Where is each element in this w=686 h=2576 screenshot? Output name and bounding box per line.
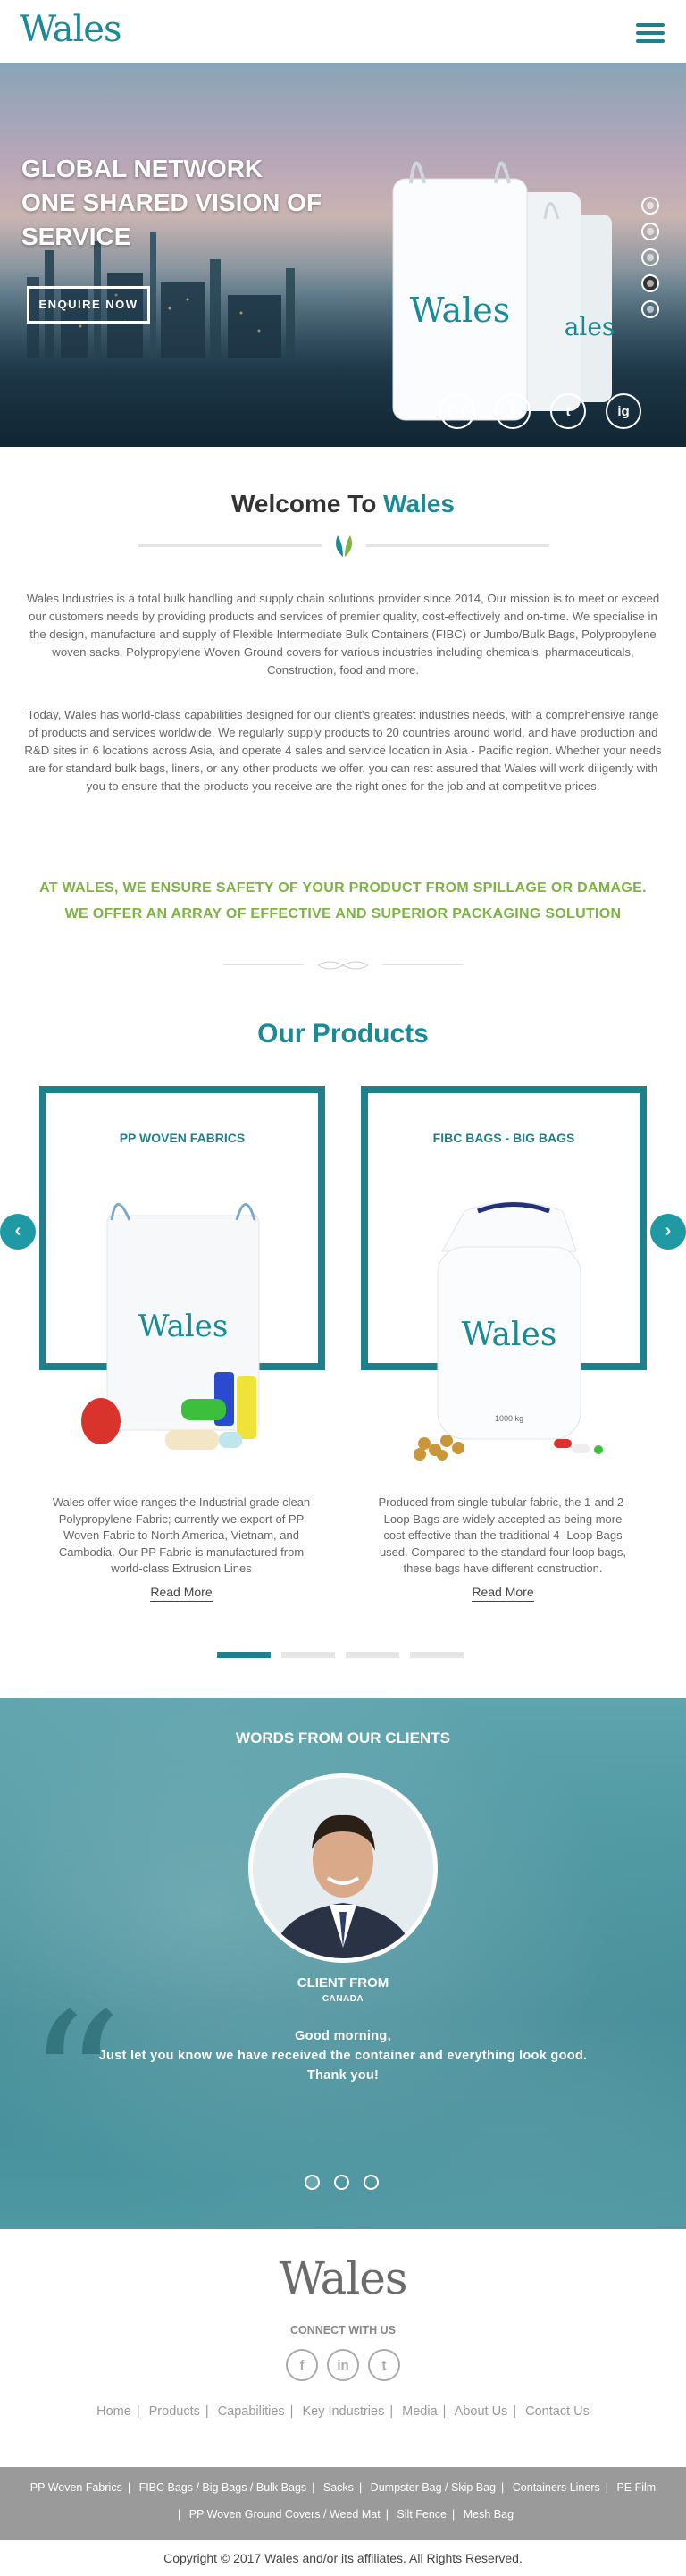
footer-product-link[interactable]: Mesh Bag <box>464 2508 514 2521</box>
leaf-icon <box>336 535 352 557</box>
testimonials-title: WORDS FROM OUR CLIENTS <box>236 1730 450 1747</box>
section-divider <box>138 532 549 559</box>
product-description: Produced from single tubular fabric, the… <box>378 1495 628 1575</box>
hero-title-line: GLOBAL NETWORK <box>21 155 264 182</box>
footer-product-link[interactable]: PE Film <box>616 2481 656 2494</box>
footer-product-link[interactable]: Silt Fence <box>397 2508 447 2521</box>
linkedin-icon[interactable]: in <box>327 2349 359 2381</box>
welcome-title: Welcome To Wales <box>231 490 455 518</box>
instagram-icon[interactable]: ig <box>606 393 641 429</box>
ornament-icon <box>317 961 369 970</box>
svg-text:Wales: Wales <box>410 290 511 330</box>
footer-social-links: f in t <box>286 2349 400 2381</box>
hero-title: GLOBAL NETWORK ONE SHARED VISION OF SERV… <box>21 152 343 254</box>
svg-text:Wales: Wales <box>138 1309 229 1344</box>
hero-slide-indicators <box>641 197 661 326</box>
welcome-paragraph: Today, Wales has world-class capabilitie… <box>24 708 662 793</box>
footer-nav-about[interactable]: About Us <box>455 2404 508 2419</box>
footer-nav-home[interactable]: Home <box>96 2404 131 2419</box>
site-header: Wales <box>0 0 686 63</box>
product-name: FIBC BAGS - BIG BAGS <box>432 1131 575 1145</box>
copyright-text: Copyright © 2017 Wales and/or its affili… <box>0 2540 686 2576</box>
testimonial-dot[interactable] <box>334 2175 349 2190</box>
site-logo[interactable]: Wales <box>20 9 121 50</box>
footer-logo[interactable]: Wales <box>0 2252 686 2304</box>
hero-title-line: SERVICE <box>21 223 131 250</box>
slide-indicator[interactable] <box>641 248 659 266</box>
facebook-icon[interactable]: f <box>286 2349 318 2381</box>
testimonial-dot-active[interactable] <box>305 2175 320 2190</box>
read-more-link[interactable]: Read More <box>92 1585 271 1602</box>
footer-product-link[interactable]: Containers Liners <box>513 2481 600 2494</box>
testimonial-dot[interactable] <box>364 2175 379 2190</box>
quote-icon: “ <box>27 1973 123 2192</box>
footer-nav-contact[interactable]: Contact Us <box>525 2404 590 2419</box>
slide-indicator[interactable] <box>641 197 659 215</box>
welcome-paragraph: Wales Industries is a total bulk handlin… <box>26 592 660 677</box>
facebook-icon[interactable]: f <box>495 393 531 429</box>
footer-nav: Home | Products | Capabilities | Key Indust… <box>96 2404 590 2419</box>
ornament-divider <box>223 956 463 974</box>
slide-indicator[interactable] <box>641 300 659 318</box>
testimonials-section: WORDS FROM OUR CLIENTS CLIENT FROM CANAD… <box>0 1698 686 2229</box>
footer-product-links: PP Woven Fabrics | FIBC Bags / Big Bags /… <box>0 2467 686 2540</box>
fibc-big-bag-image: Wales 1000 kg <box>414 1201 603 1461</box>
carousel-pager <box>217 1652 464 1658</box>
pp-woven-fabric-image: Wales <box>81 1203 260 1450</box>
footer-nav-media[interactable]: Media <box>402 2404 438 2419</box>
client-avatar <box>248 1773 438 1963</box>
footer-nav-key-industries[interactable]: Key Industries <box>302 2404 384 2419</box>
testimonial-text: Just let you know we have received the c… <box>98 2049 588 2063</box>
hero-title-line: ONE SHARED VISION OF <box>21 189 322 216</box>
svg-text:1000 kg: 1000 kg <box>495 1414 523 1423</box>
client-photo <box>253 1778 433 1958</box>
testimonial-text: Good morning, <box>295 2029 391 2043</box>
hamburger-icon[interactable] <box>636 23 665 43</box>
footer-nav-products[interactable]: Products <box>149 2404 200 2419</box>
pager-dot[interactable] <box>281 1652 335 1658</box>
twitter-icon[interactable]: t <box>550 393 586 429</box>
slide-indicator-active[interactable] <box>641 274 659 292</box>
pager-dot[interactable] <box>410 1652 464 1658</box>
bulk-bags-image: Wales ales <box>392 161 615 421</box>
slide-indicator[interactable] <box>641 223 659 240</box>
footer-product-link[interactable]: Dumpster Bag / Skip Bag <box>371 2481 496 2494</box>
pager-dot[interactable] <box>346 1652 399 1658</box>
carousel-prev-button[interactable]: ‹ <box>0 1214 36 1250</box>
product-description: Wales offer wide ranges the Industrial g… <box>52 1495 311 1575</box>
highlight-text: AT WALES, WE ENSURE SAFETY OF YOUR PRODU… <box>39 880 647 896</box>
connect-heading: CONNECT WITH US <box>289 2324 397 2336</box>
footer-product-link[interactable]: PP Woven Fabrics <box>30 2481 122 2494</box>
pager-dot-active[interactable] <box>217 1652 271 1658</box>
svg-text:ales: ales <box>565 312 615 341</box>
read-more-link[interactable]: Read More <box>414 1585 592 1602</box>
google-plus-icon[interactable]: G+ <box>439 393 475 429</box>
footer-product-link[interactable]: FIBC Bags / Big Bags / Bulk Bags <box>139 2481 307 2494</box>
products-title: Our Products <box>257 1019 429 1048</box>
enquire-now-button[interactable]: ENQUIRE NOW <box>27 286 150 324</box>
testimonial-text: Thank you! <box>306 2068 380 2083</box>
hero-social-links: G+ f t ig <box>439 393 641 429</box>
product-name: PP WOVEN FABRICS <box>119 1131 246 1145</box>
footer-nav-capabilities[interactable]: Capabilities <box>218 2404 285 2419</box>
twitter-icon[interactable]: t <box>368 2349 400 2381</box>
carousel-next-button[interactable]: › <box>650 1214 686 1250</box>
highlight-text: WE OFFER AN ARRAY OF EFFECTIVE AND SUPER… <box>64 906 622 922</box>
testimonial-dots <box>305 2175 379 2190</box>
footer-product-link[interactable]: PP Woven Ground Covers / Weed Mat <box>189 2508 381 2521</box>
hero-banner: GLOBAL NETWORK ONE SHARED VISION OF SERV… <box>0 63 686 447</box>
svg-text:Wales: Wales <box>462 1317 557 1353</box>
footer-product-link[interactable]: Sacks <box>323 2481 354 2494</box>
